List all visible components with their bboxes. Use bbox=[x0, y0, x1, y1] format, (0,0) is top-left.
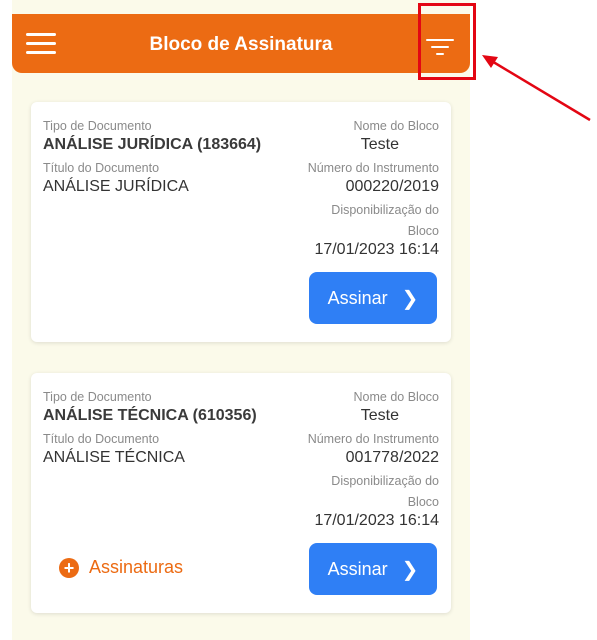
sign-button-label: Assinar bbox=[327, 287, 388, 308]
availability-label: Disponibilização do bbox=[331, 203, 439, 217]
annotation-arrow-icon bbox=[482, 55, 591, 122]
availability-label: Disponibilização do bbox=[331, 474, 439, 488]
signatures-link[interactable]: + Assinaturas bbox=[59, 557, 183, 578]
document-card: Tipo de Documento ANÁLISE TÉCNICA (61035… bbox=[31, 373, 451, 613]
block-name-label: Nome do Bloco bbox=[353, 390, 439, 404]
doc-title-value: ANÁLISE TÉCNICA bbox=[43, 449, 185, 466]
annotation-highlight-box bbox=[418, 3, 476, 80]
doc-title-label: Título do Documento bbox=[43, 432, 160, 446]
availability-label-2: Bloco bbox=[407, 224, 439, 238]
instrument-number-value: 001778/2022 bbox=[345, 449, 439, 466]
block-name-label: Nome do Bloco bbox=[353, 119, 439, 133]
chevron-right-icon: ❯ bbox=[401, 558, 419, 581]
instrument-number-label: Número do Instrumento bbox=[307, 161, 439, 175]
page-title: Bloco de Assinatura bbox=[149, 34, 333, 55]
doc-title-label: Título do Documento bbox=[43, 161, 160, 175]
availability-date: 17/01/2023 16:14 bbox=[314, 241, 439, 258]
sign-button-label: Assinar bbox=[327, 558, 388, 579]
signatures-label: Assinaturas bbox=[89, 557, 184, 577]
block-name-value: Teste bbox=[360, 407, 399, 424]
instrument-number-label: Número do Instrumento bbox=[307, 432, 439, 446]
document-card: Tipo de Documento ANÁLISE JURÍDICA (1836… bbox=[31, 102, 451, 342]
app-header: Bloco de Assinatura bbox=[12, 14, 470, 73]
chevron-right-icon: ❯ bbox=[401, 287, 419, 310]
availability-date: 17/01/2023 16:14 bbox=[314, 512, 439, 529]
sign-button[interactable]: Assinar ❯ bbox=[309, 543, 437, 595]
doc-title-value: ANÁLISE JURÍDICA bbox=[43, 178, 189, 195]
instrument-number-value: 000220/2019 bbox=[345, 178, 439, 195]
doc-type-value: ANÁLISE TÉCNICA (610356) bbox=[43, 407, 257, 424]
doc-type-value: ANÁLISE JURÍDICA (183664) bbox=[43, 136, 262, 153]
doc-type-label: Tipo de Documento bbox=[43, 390, 152, 404]
availability-label-2: Bloco bbox=[407, 495, 439, 509]
block-name-value: Teste bbox=[360, 136, 399, 153]
plus-circle-icon: + bbox=[59, 557, 79, 578]
doc-type-label: Tipo de Documento bbox=[43, 119, 152, 133]
sign-button[interactable]: Assinar ❯ bbox=[309, 272, 437, 324]
